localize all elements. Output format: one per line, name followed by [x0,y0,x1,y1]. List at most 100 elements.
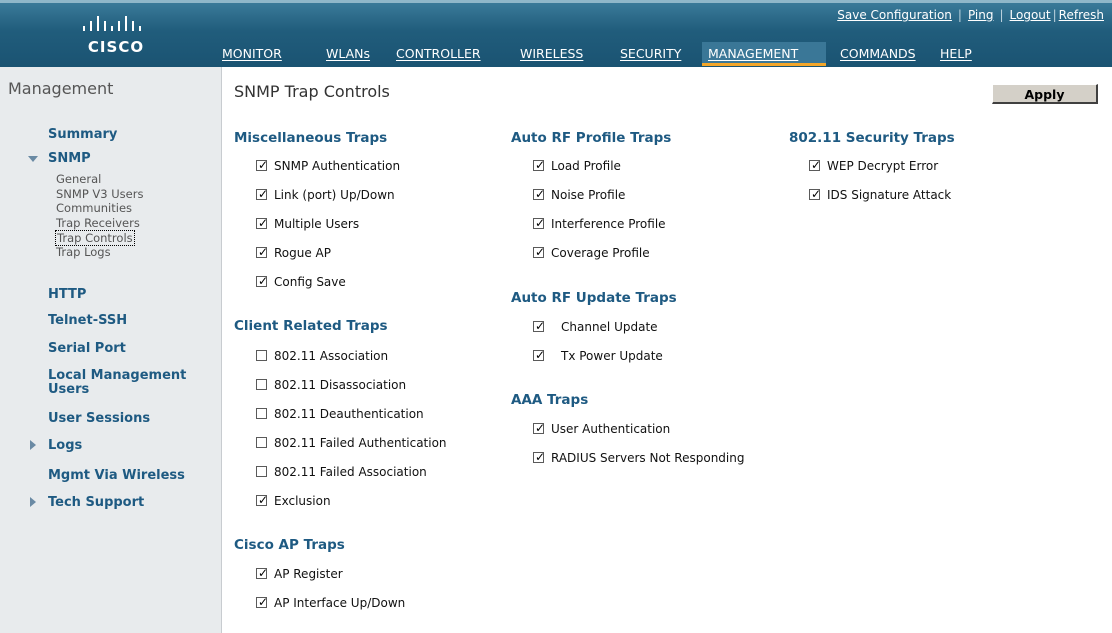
page-title: SNMP Trap Controls [234,82,390,101]
cisco-logo: CISCO [78,14,158,58]
trap-label: AP Register [274,567,343,581]
trap-checkbox[interactable]: ✓ [256,245,269,259]
trap-label: RADIUS Servers Not Responding [551,451,745,465]
cisco-bars-icon [83,16,141,31]
nav-management[interactable]: MANAGEMENT [702,42,826,66]
nav-monitor[interactable]: MONITOR [216,42,288,66]
separator: | [999,8,1004,22]
client-section-title: Client Related Traps [234,318,388,334]
save-configuration-link[interactable]: Save Configuration [837,8,952,22]
header-top-line [0,0,1112,3]
sidebar-subitem-trap-receivers[interactable]: Trap Receivers [56,216,140,230]
sidebar-subitem-general[interactable]: General [56,172,101,186]
refresh-link[interactable]: Refresh [1059,8,1104,22]
sidebar-subitem-trap-logs[interactable]: Trap Logs [56,245,111,259]
checkmark-icon: ✓ [258,187,269,201]
sidebar-item-telnet-ssh[interactable]: Telnet-SSH [48,313,127,328]
trap-checkbox[interactable] [256,350,267,361]
nav-controller[interactable]: CONTROLLER [390,42,487,66]
trap-checkbox[interactable]: ✓ [809,187,821,201]
ping-link[interactable]: Ping [968,8,994,22]
trap-checkbox[interactable]: ✓ [533,216,546,230]
sidebar-subitem-communities[interactable]: Communities [56,201,132,215]
checkmark-icon: ✓ [258,274,269,288]
sidebar-item-snmp[interactable]: SNMP [48,151,91,166]
logout-link[interactable]: Logout [1010,8,1051,22]
nav-commands[interactable]: COMMANDS [834,42,922,66]
cisco-wordmark: CISCO [87,38,145,56]
sidebar-item-serial-port[interactable]: Serial Port [48,341,126,356]
trap-label: Exclusion [274,494,331,508]
collapsed-triangle-icon[interactable] [30,497,36,507]
misc-section-title: Miscellaneous Traps [234,130,388,146]
trap-checkbox[interactable]: ✓ [256,187,269,201]
nav-security[interactable]: SECURITY [614,42,687,66]
expanded-triangle-icon[interactable] [28,156,38,162]
sidebar-item-user-sessions[interactable]: User Sessions [48,411,150,426]
checkmark-icon: ✓ [535,216,546,230]
checkmark-icon: ✓ [258,245,269,259]
trap-label: 802.11 Failed Association [274,465,427,479]
checkmark-icon: ✓ [258,158,269,172]
nav-help[interactable]: HELP [934,42,978,66]
trap-checkbox[interactable]: ✓ [256,566,269,580]
trap-checkbox[interactable] [256,466,267,477]
trap-checkbox[interactable] [256,408,267,419]
trap-label: Multiple Users [274,217,360,231]
sidebar-item-local-management-users[interactable]: Local Management Users [48,369,208,397]
trap-checkbox[interactable]: ✓ [256,493,269,507]
trap-checkbox[interactable]: ✓ [533,319,546,333]
trap-checkbox[interactable]: ✓ [256,595,268,609]
nav-wlans[interactable]: WLANs [320,42,376,66]
sidebar-item-summary[interactable]: Summary [48,127,117,142]
trap-checkbox[interactable]: ✓ [256,216,269,230]
sidebar-item-mgmt-via-wireless[interactable]: Mgmt Via Wireless [48,468,185,483]
trap-checkbox[interactable]: ✓ [533,158,546,172]
trap-checkbox[interactable]: ✓ [533,450,546,464]
sidebar-subitem-trap-controls[interactable]: Trap Controls [55,230,135,246]
trap-checkbox[interactable] [256,437,267,448]
trap-checkbox[interactable]: ✓ [533,245,546,259]
trap-checkbox[interactable]: ✓ [533,187,545,201]
collapsed-triangle-icon[interactable] [30,440,36,450]
separator: | [1052,8,1057,22]
trap-checkbox[interactable]: ✓ [256,274,269,288]
trap-label: WEP Decrypt Error [827,159,939,173]
checkmark-icon: ✓ [258,216,269,230]
sidebar-subitem-snmp-v3-users[interactable]: SNMP V3 Users [56,187,143,201]
trap-checkbox[interactable] [256,379,267,390]
trap-checkbox[interactable]: ✓ [256,158,269,172]
checkmark-icon: ✓ [535,158,546,172]
ap-section-title: Cisco AP Traps [234,537,345,553]
trap-label: 802.11 Association [274,349,389,363]
checkmark-icon: ✓ [258,493,269,507]
checkmark-icon: ✓ [535,421,546,435]
checkmark-icon: ✓ [811,158,822,172]
trap-checkbox[interactable]: ✓ [533,421,546,435]
trap-label: User Authentication [551,422,671,436]
apply-button[interactable]: Apply [992,84,1098,104]
top-links: Save Configuration | Ping | Logout | Refresh [837,8,1104,22]
trap-label: Interference Profile [551,217,666,231]
header-bar: CISCO Save Configuration | Ping | Logout | Ref… [0,0,1112,67]
trap-checkbox[interactable]: ✓ [533,348,546,362]
rf-update-section-title: Auto RF Update Traps [511,290,677,306]
checkmark-icon: ✓ [535,348,546,362]
nav-wireless[interactable]: WIRELESS [514,42,589,66]
checkmark-icon: ✓ [258,566,269,580]
trap-label: IDS Signature Attack [827,188,952,202]
trap-label: 802.11 Failed Authentication [274,436,447,450]
trap-checkbox[interactable]: ✓ [809,158,822,172]
aaa-section-title: AAA Traps [511,392,589,408]
sidebar-item-logs[interactable]: Logs [48,438,82,453]
sidebar-item-tech-support[interactable]: Tech Support [48,495,144,510]
trap-label: Noise Profile [551,188,626,202]
trap-label: Config Save [274,275,346,289]
checkmark-icon: ✓ [535,450,546,464]
sidebar-item-http[interactable]: HTTP [48,287,86,302]
checkmark-icon: ✓ [535,245,546,259]
trap-label: Rogue AP [274,246,332,260]
checkmark-icon: ✓ [535,319,546,333]
separator: | [957,8,962,22]
sidebar-title: Management [8,79,114,98]
